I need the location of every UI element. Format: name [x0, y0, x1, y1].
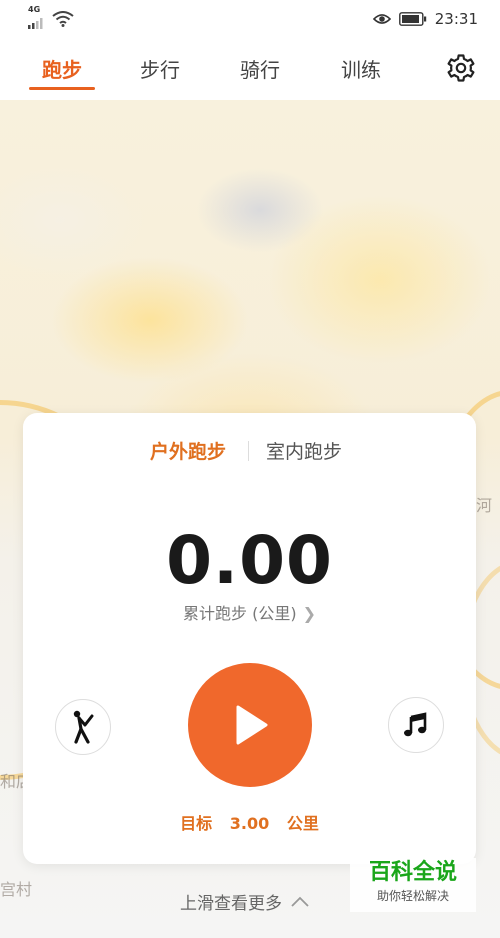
map-label: 河 — [476, 496, 493, 515]
warmup-stretch-icon — [73, 710, 94, 744]
outdoor-run-toggle[interactable]: 户外跑步 — [150, 437, 226, 464]
warmup-button[interactable] — [55, 699, 111, 755]
tab-training[interactable]: 训练 — [341, 54, 381, 83]
start-run-button[interactable] — [188, 663, 312, 787]
tab-walking[interactable]: 步行 — [140, 54, 180, 83]
chevron-up-icon — [291, 896, 309, 907]
run-control-card: 户外跑步 室内跑步 0.00 累计跑步 (公里) ❯ 目标 3.00 公里 — [23, 413, 476, 864]
settings-gear-icon[interactable] — [446, 53, 476, 83]
goal-label: 目标 — [180, 814, 213, 833]
indoor-run-toggle[interactable]: 室内跑步 — [266, 437, 342, 464]
status-left: 4G — [28, 4, 74, 33]
wifi-icon — [52, 11, 74, 27]
goal-value: 3.00 — [229, 814, 270, 833]
music-button[interactable] — [388, 697, 444, 753]
goal-setting[interactable]: 目标 3.00 公里 — [23, 810, 476, 834]
signal-icon — [28, 17, 43, 29]
watermark-subtitle: 助你轻松解决 — [376, 889, 449, 903]
watermark: 百科全说 助你轻松解决 — [350, 858, 476, 912]
watermark-title: 百科全说 — [368, 860, 457, 885]
total-distance-label: 累计跑步 (公里) — [183, 604, 297, 623]
activity-tabs: 跑步 步行 骑行 训练 — [0, 38, 500, 100]
swipe-up-hint[interactable]: 上滑查看更多 — [180, 889, 310, 914]
network-type: 4G — [28, 4, 41, 14]
status-right: 23:31 — [372, 10, 478, 28]
play-icon — [236, 705, 268, 745]
battery-icon — [398, 12, 426, 26]
tab-running[interactable]: 跑步 — [42, 54, 82, 83]
swipe-up-label: 上滑查看更多 — [180, 894, 282, 914]
total-distance-link[interactable]: 累计跑步 (公里) ❯ — [23, 600, 476, 624]
clock: 23:31 — [434, 10, 478, 28]
tab-cycling[interactable]: 骑行 — [240, 54, 280, 83]
mode-divider — [248, 441, 249, 461]
status-bar: 4G 23:31 — [0, 0, 500, 38]
map-label: 宫村 — [0, 880, 33, 899]
network-indicator: 4G — [28, 4, 46, 33]
active-tab-indicator — [29, 87, 95, 90]
goal-unit: 公里 — [286, 814, 319, 833]
total-distance-value: 0.00 — [166, 522, 333, 599]
eye-comfort-icon — [372, 14, 391, 24]
music-note-icon — [404, 712, 427, 737]
chevron-right-icon: ❯ — [302, 604, 316, 623]
